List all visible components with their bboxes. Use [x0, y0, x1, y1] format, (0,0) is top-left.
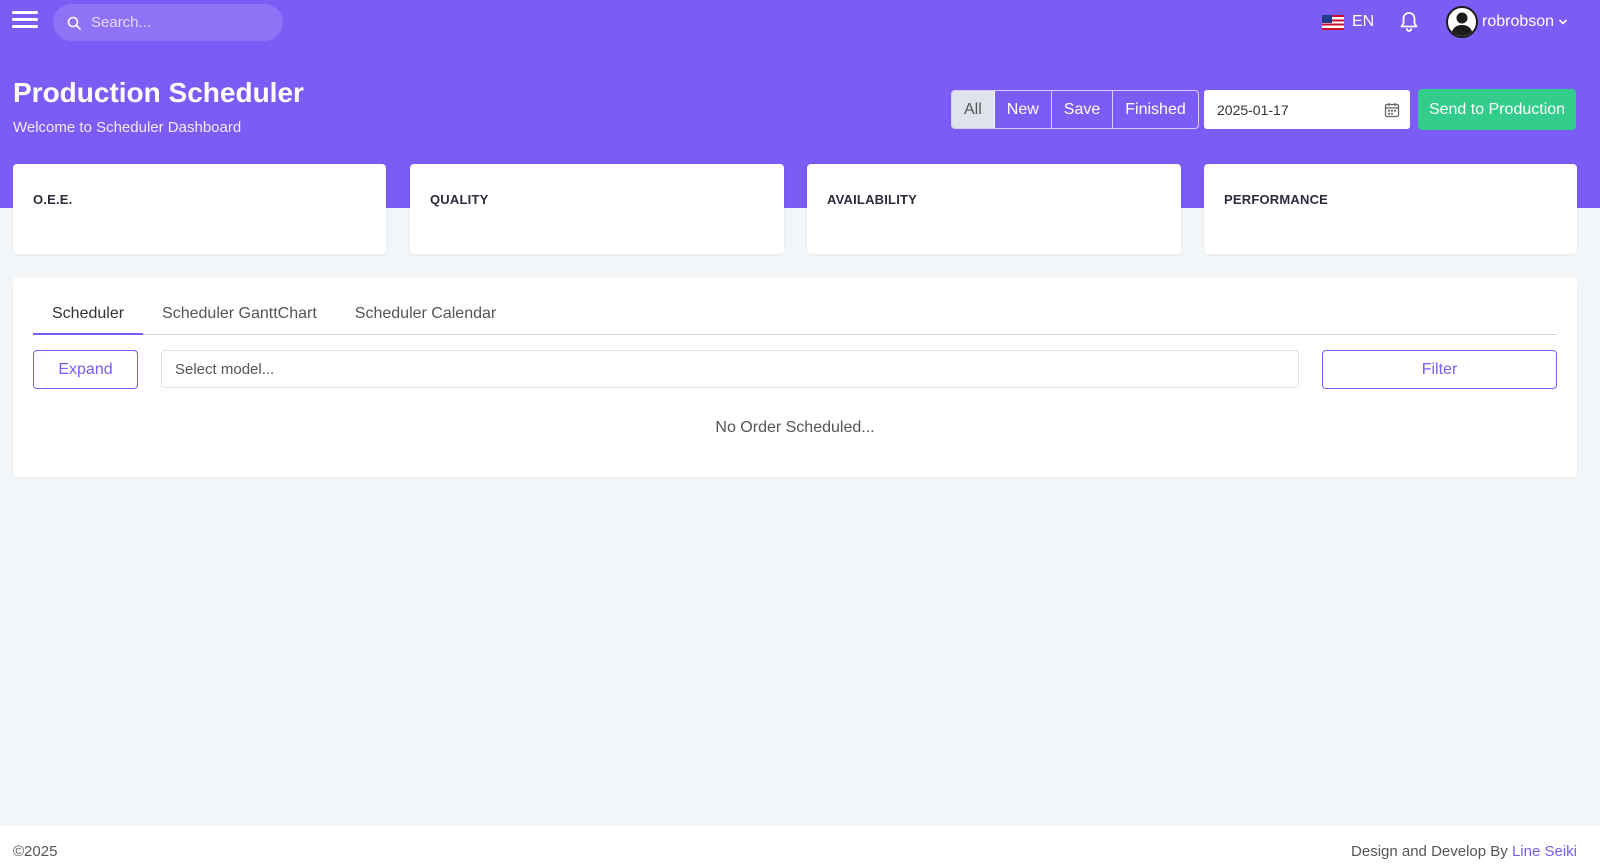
avatar — [1446, 6, 1478, 38]
empty-state-message: No Order Scheduled... — [715, 419, 875, 436]
model-select-input[interactable] — [161, 350, 1299, 388]
kpi-card-oee: O.E.E. — [13, 164, 386, 254]
tab-scheduler[interactable]: Scheduler — [33, 297, 144, 335]
search-icon — [67, 16, 81, 30]
filter-save-button[interactable]: Save — [1052, 91, 1114, 128]
footer: ©2025 Design and Develop By Line Seiki — [0, 826, 1600, 866]
user-avatar-icon — [1451, 12, 1473, 36]
filter-finished-button[interactable]: Finished — [1113, 91, 1197, 128]
kpi-card-performance: PERFORMANCE — [1204, 164, 1577, 254]
date-picker[interactable]: 2025-01-17 — [1204, 90, 1410, 129]
filter-new-button[interactable]: New — [995, 91, 1052, 128]
kpi-label: O.E.E. — [33, 192, 73, 207]
bell-icon[interactable] — [1397, 10, 1421, 34]
filter-all-button[interactable]: All — [952, 91, 995, 128]
credit-prefix: Design and Develop By — [1351, 843, 1508, 860]
language-selector[interactable]: EN — [1322, 10, 1374, 34]
language-label: EN — [1352, 13, 1375, 30]
kpi-label: PERFORMANCE — [1224, 192, 1329, 207]
search-input[interactable] — [91, 14, 271, 31]
username: robrobson — [1482, 13, 1555, 30]
us-flag-icon — [1322, 14, 1344, 30]
user-menu[interactable]: robrobson — [1446, 6, 1568, 38]
page-title: Production Scheduler — [13, 77, 304, 108]
tab-calendar[interactable]: Scheduler Calendar — [336, 297, 515, 335]
tab-gantt-chart[interactable]: Scheduler GanttChart — [143, 297, 336, 335]
menu-icon[interactable] — [12, 11, 38, 33]
kpi-label: QUALITY — [430, 192, 489, 207]
filter-button[interactable]: Filter — [1322, 350, 1557, 389]
copyright: ©2025 — [13, 843, 58, 860]
footer-credit: Design and Develop By Line Seiki — [1351, 843, 1577, 860]
scheduler-panel: Scheduler Scheduler GanttChart Scheduler… — [13, 277, 1577, 477]
send-to-production-button[interactable]: Send to Production — [1418, 89, 1576, 130]
calendar-icon — [1384, 102, 1400, 117]
top-navbar: EN robrobson — [0, 0, 1600, 44]
expand-button[interactable]: Expand — [33, 350, 138, 389]
scheduler-tabs: Scheduler Scheduler GanttChart Scheduler… — [33, 297, 1557, 335]
status-filter-group: All New Save Finished — [951, 90, 1199, 129]
kpi-card-availability: AVAILABILITY — [807, 164, 1181, 254]
kpi-label: AVAILABILITY — [827, 192, 918, 207]
chevron-down-icon — [1559, 19, 1567, 25]
search-box[interactable] — [53, 4, 283, 41]
kpi-card-quality: QUALITY — [410, 164, 784, 254]
date-value: 2025-01-17 — [1217, 101, 1289, 118]
credit-link[interactable]: Line Seiki — [1512, 843, 1577, 860]
page-subtitle: Welcome to Scheduler Dashboard — [13, 119, 242, 136]
